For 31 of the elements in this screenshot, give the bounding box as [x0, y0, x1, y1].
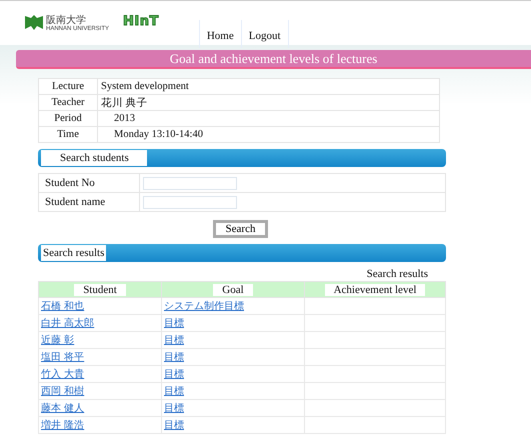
section-title: Search results [41, 245, 106, 261]
goal-link[interactable]: 目標 [164, 420, 184, 431]
goal-link[interactable]: 目標 [164, 403, 184, 414]
table-cell: System development [98, 78, 440, 94]
university-name: 阪南大学 [46, 15, 86, 26]
university-flag-icon [25, 15, 43, 30]
table-cell: Student name [38, 192, 140, 212]
table-cell: Time [38, 126, 98, 142]
column-header: Achievement level [304, 282, 446, 298]
column-header: Student [38, 282, 162, 298]
page-title: Goal and achievement levels of lectures [16, 50, 531, 69]
table-cell: Lecture [38, 78, 98, 94]
results-caption: Search results [366, 268, 428, 280]
goal-link[interactable]: 目標 [164, 318, 184, 329]
table-cell: 花川 典子 [98, 94, 440, 110]
table-cell: Teacher [38, 94, 98, 110]
student-link[interactable]: 近藤 彰 [41, 335, 74, 346]
goal-link[interactable]: 目標 [164, 369, 184, 380]
table-cell: Period [38, 110, 98, 126]
app-logo: HInT [123, 14, 159, 29]
input-field[interactable] [143, 176, 237, 190]
goal-link[interactable]: 目標 [164, 335, 184, 346]
search-button[interactable]: Search [212, 220, 268, 238]
section-title: Search students [41, 150, 147, 166]
table-cell: Monday 13:10-14:40 [98, 126, 440, 142]
table-cell: Student No [38, 174, 140, 192]
table-cell: 2013 [98, 110, 440, 126]
input-field[interactable] [143, 196, 237, 208]
goal-link[interactable]: 目標 [164, 352, 184, 363]
goal-link[interactable]: 目標 [164, 386, 184, 397]
column-header: Goal [162, 282, 304, 298]
